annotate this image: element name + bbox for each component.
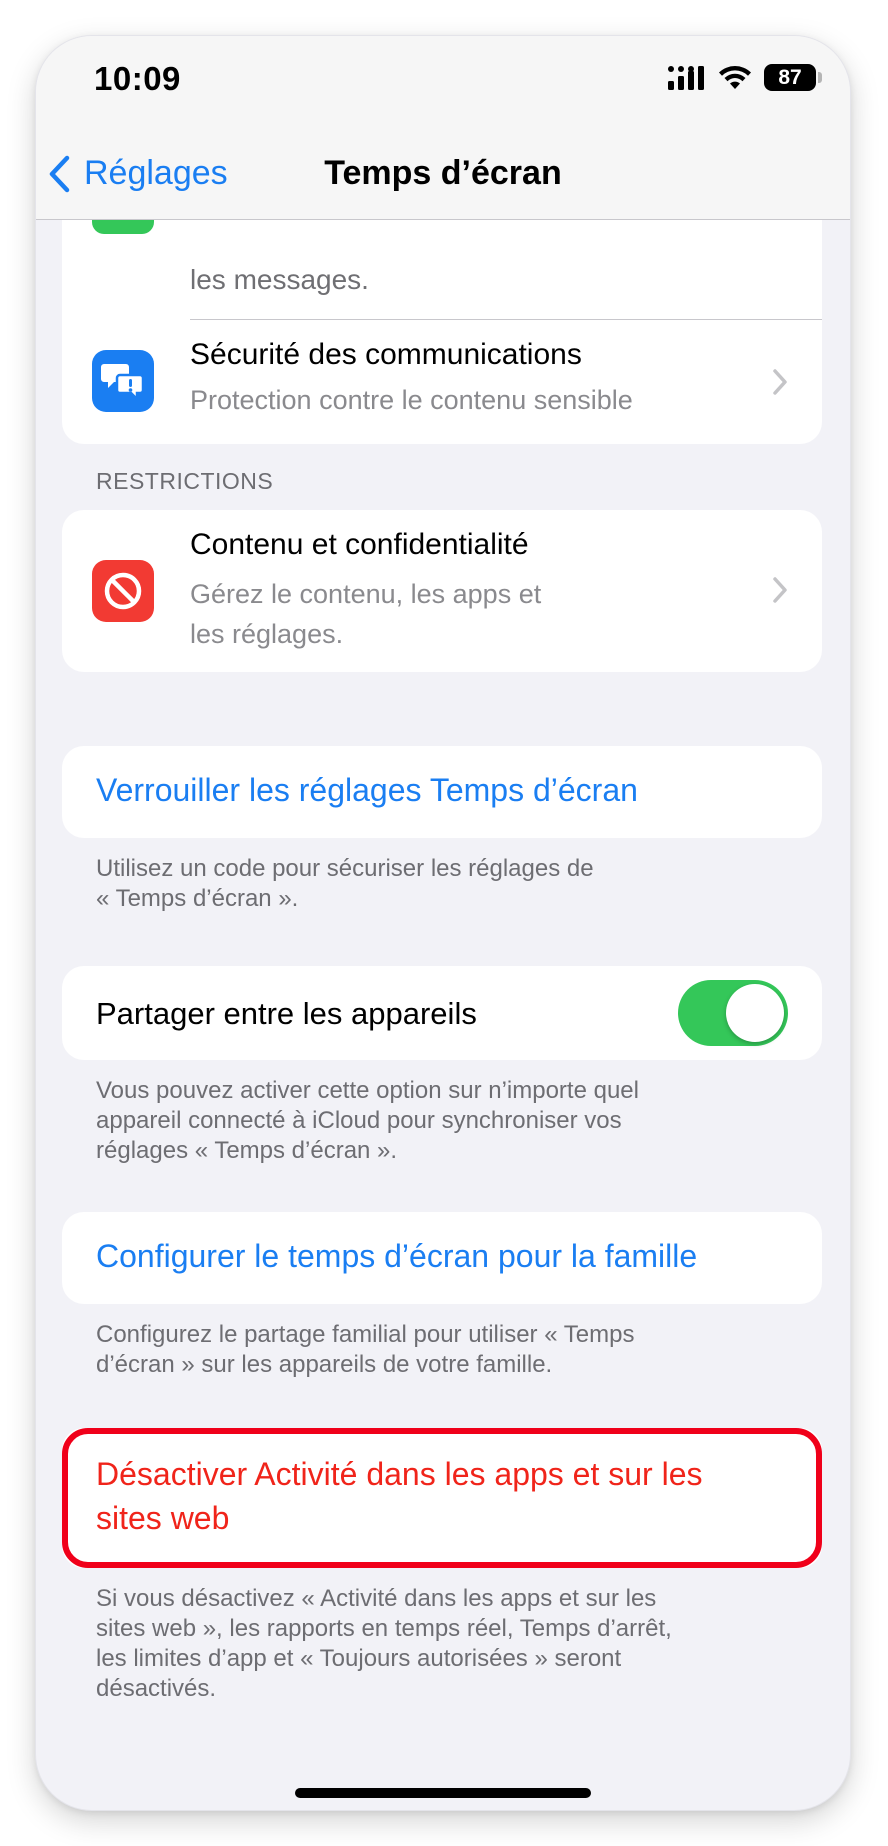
footer-line: Vous pouvez activer cette option sur n’i… [96, 1077, 639, 1104]
lock-settings-label: Verrouiller les réglages Temps d’écran [96, 772, 638, 808]
phone-screen: 10:09 87 Réglages Temps d’écran les mess… [36, 36, 850, 1810]
disable-activity-label-line1: Désactiver Activité dans les apps et sur… [96, 1456, 703, 1492]
family-setup-label: Configurer le temps d’écran pour la fami… [96, 1238, 698, 1274]
status-time: 10:09 [94, 60, 181, 97]
communication-safety-icon-box [92, 350, 154, 412]
footer-line: désactivés. [96, 1675, 217, 1702]
toggle-knob [726, 984, 784, 1042]
home-indicator[interactable] [295, 1788, 591, 1798]
family-footer: Configurez le partage familial pour util… [96, 1320, 786, 1380]
restrictions-header: RESTRICTIONS [96, 468, 274, 494]
chat-bubbles-exclamation-icon [101, 364, 145, 402]
battery-level: 87 [778, 65, 802, 89]
partial-row-subtitle: les messages. [190, 264, 369, 295]
share-devices-label: Partager entre les appareils [96, 996, 477, 1031]
footer-line: appareil connecté à iCloud pour synchron… [96, 1107, 622, 1134]
lock-settings-button[interactable]: Verrouiller les réglages Temps d’écran [62, 746, 822, 838]
family-setup-button[interactable]: Configurer le temps d’écran pour la fami… [62, 1212, 822, 1304]
footer-line: « Temps d’écran ». [96, 885, 299, 912]
wifi-icon [719, 65, 751, 89]
no-entry-icon [104, 572, 142, 610]
content-privacy-subtitle-line2: les réglages. [190, 619, 344, 649]
share-devices-toggle[interactable] [678, 980, 788, 1046]
share-devices-footer: Vous pouvez activer cette option sur n’i… [96, 1076, 786, 1166]
page-title-text: Temps d’écran [324, 154, 562, 192]
footer-line: les limites d’app et « Toujours autorisé… [96, 1645, 622, 1672]
footer-line: sites web », les rapports en temps réel,… [96, 1615, 672, 1642]
cellular-signal-icon [668, 65, 704, 90]
footer-line: Utilisez un code pour sécuriser les régl… [96, 855, 594, 882]
status-icons: 87 [668, 64, 822, 91]
disable-activity-button[interactable]: Désactiver Activité dans les apps et sur… [62, 1428, 822, 1568]
footer-line: Configurez le partage familial pour util… [96, 1321, 635, 1348]
communication-safety-subtitle: Protection contre le contenu sensible [190, 385, 633, 415]
disable-activity-footer: Si vous désactivez « Activité dans les a… [96, 1584, 786, 1704]
chevron-right-icon [773, 369, 787, 395]
content-privacy-icon-box [92, 560, 154, 622]
communication-safety-row[interactable]: Sécurité des communications Protection c… [62, 320, 822, 444]
content-privacy-title: Contenu et confidentialité [190, 528, 529, 561]
lock-settings-footer: Utilisez un code pour sécuriser les régl… [96, 854, 786, 914]
navigation-bar: 10:09 87 Réglages Temps d’écran [36, 36, 850, 220]
content-privacy-subtitle-line1: Gérez le contenu, les apps et [190, 579, 542, 609]
communication-safety-title: Sécurité des communications [190, 338, 582, 371]
disable-activity-label-line2: sites web [96, 1500, 230, 1536]
share-devices-row: Partager entre les appareils [62, 966, 822, 1060]
battery-indicator: 87 [764, 64, 822, 91]
footer-line: d’écran » sur les appareils de votre fam… [96, 1351, 553, 1378]
chevron-right-icon [773, 577, 787, 603]
content-privacy-row[interactable]: Contenu et confidentialité Gérez le cont… [62, 510, 822, 672]
footer-line: réglages « Temps d’écran ». [96, 1137, 398, 1164]
page-title: Temps d’écran [36, 154, 850, 193]
footer-line: Si vous désactivez « Activité dans les a… [96, 1585, 657, 1612]
